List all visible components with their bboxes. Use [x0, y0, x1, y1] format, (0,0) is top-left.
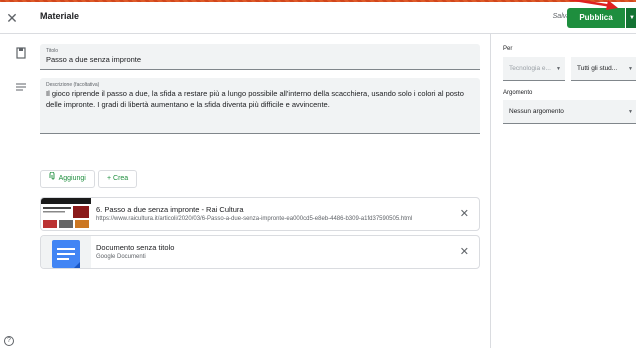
attachment-type: Google Documenti	[96, 254, 146, 260]
header-bar: ✕ Materiale Salvato Pubblica ▼	[0, 2, 636, 34]
title-field[interactable]: Titolo Passo a due senza impronte	[40, 44, 480, 70]
close-icon[interactable]: ✕	[2, 8, 22, 28]
title-label: Titolo	[46, 48, 59, 54]
add-label: Aggiungi	[58, 175, 86, 182]
remove-attachment-close-icon[interactable]: ✕	[460, 245, 469, 258]
class-select[interactable]: Tecnologia e... ▼	[503, 57, 565, 81]
help-icon[interactable]: ?	[4, 336, 14, 346]
students-select[interactable]: Tutti gli stud... ▼	[571, 57, 636, 81]
red-arrow-annotation	[566, 0, 618, 10]
remove-attachment-close-icon[interactable]: ✕	[460, 207, 469, 220]
for-label: Per	[503, 46, 513, 52]
attachment-title: 6. Passo a due senza impronte - Rai Cult…	[96, 205, 244, 214]
link-thumbnail	[41, 198, 91, 230]
attachment-card-doc[interactable]: Documento senza titolo Google Documenti …	[40, 235, 480, 269]
attachment-title: Documento senza titolo	[96, 243, 175, 252]
description-lines-icon	[16, 83, 26, 93]
page-title: Materiale	[40, 11, 80, 21]
description-label: Descrizione (facoltativa)	[46, 82, 100, 88]
main-panel: Titolo Passo a due senza impronte Descri…	[0, 34, 490, 348]
create-button[interactable]: + Crea	[98, 170, 138, 188]
class-value: Tecnologia e...	[509, 65, 551, 72]
assignment-editor-window: ✕ Materiale Salvato Pubblica ▼ Titolo Pa…	[0, 2, 636, 348]
topic-value: Nessun argomento	[509, 108, 564, 115]
dropdown-caret-icon: ▼	[556, 66, 561, 72]
settings-sidebar: Per Tecnologia e... ▼ Tutti gli stud... …	[490, 34, 636, 348]
docs-thumbnail	[41, 236, 91, 268]
attachment-url: https://www.raicultura.it/articoli/2020/…	[96, 216, 413, 222]
dropdown-caret-icon: ▼	[628, 66, 633, 72]
document-icon	[16, 47, 26, 61]
add-button[interactable]: Aggiungi	[40, 170, 95, 188]
publish-dropdown-chevron-icon[interactable]: ▼	[626, 8, 636, 28]
paperclip-icon	[49, 171, 57, 187]
attachment-card-link[interactable]: 6. Passo a due senza impronte - Rai Cult…	[40, 197, 480, 231]
topic-label: Argomento	[503, 90, 533, 96]
students-value: Tutti gli stud...	[577, 65, 618, 72]
title-value: Passo a due senza impronte	[46, 55, 142, 64]
description-value: Il gioco riprende il passo a due, la sfi…	[46, 89, 464, 109]
dropdown-caret-icon: ▼	[628, 109, 633, 115]
topic-select[interactable]: Nessun argomento ▼	[503, 100, 636, 124]
description-field[interactable]: Descrizione (facoltativa) Il gioco ripre…	[40, 78, 480, 134]
